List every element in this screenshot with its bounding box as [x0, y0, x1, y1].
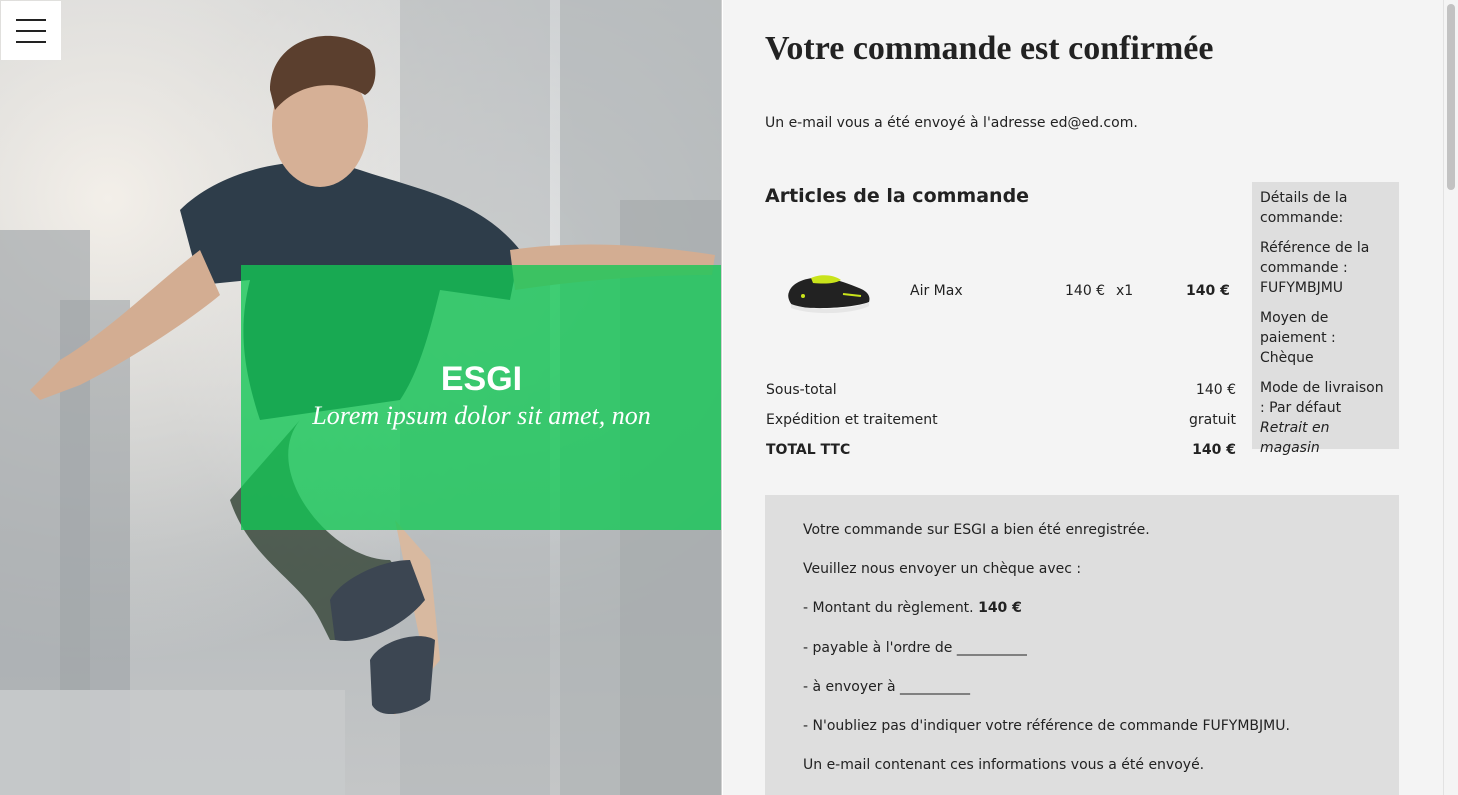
- total-label: TOTAL TTC: [766, 442, 851, 458]
- sneaker-image: [788, 275, 870, 314]
- order-item-row: Air Max 140 € x1 140 €: [765, 250, 1245, 334]
- notice-line: - payable à l'ordre de __________: [803, 639, 1027, 656]
- item-unit-price: 140 €: [1065, 283, 1106, 299]
- hamburger-menu-icon-bar: [16, 29, 46, 32]
- shipping-value: gratuit: [1189, 412, 1236, 428]
- item-line-total: 140 €: [1186, 283, 1230, 299]
- hero-green-panel: ESGI Lorem ipsum dolor sit amet, non: [241, 265, 721, 530]
- shipping-row: Expédition et traitement gratuit: [766, 412, 1236, 442]
- notice-line: - à envoyer à __________: [803, 678, 971, 695]
- email-confirmation-note: Un e-mail vous a été envoyé à l'adresse …: [765, 115, 1138, 131]
- details-heading: Détails de la commande:: [1260, 190, 1348, 226]
- payment-instructions-box: Votre commande sur ESGI a bien été enreg…: [765, 495, 1399, 795]
- details-payment: Moyen de paiement : Chèque: [1260, 310, 1336, 366]
- notice-line-amount: - Montant du règlement. 140 €: [803, 598, 1361, 637]
- hero-subtitle: Lorem ipsum dolor sit amet, non: [312, 401, 651, 430]
- notice-amount-label: - Montant du règlement.: [803, 600, 979, 617]
- subtotal-row: Sous-total 140 €: [766, 382, 1236, 412]
- articles-heading: Articles de la commande: [765, 185, 1030, 207]
- details-delivery: Mode de livraison : Par défaut: [1260, 380, 1384, 416]
- details-reference: Référence de la commande : FUFYMBJMU: [1260, 240, 1370, 296]
- scrollbar-thumb[interactable]: [1447, 4, 1455, 190]
- page-title: Votre commande est confirmée: [765, 30, 1214, 67]
- order-details-box: Détails de la commande: Référence de la …: [1252, 182, 1399, 456]
- hamburger-menu-icon-bar: [16, 18, 46, 21]
- item-name[interactable]: Air Max: [910, 283, 963, 299]
- notice-amount-value: 140 €: [978, 600, 1022, 617]
- order-confirmation-panel: Votre commande est confirmée Un e-mail v…: [723, 0, 1443, 795]
- notice-line: Votre commande sur ESGI a bien été enreg…: [803, 522, 1150, 538]
- details-delivery-note: Retrait en magasin: [1260, 420, 1330, 456]
- subtotal-value: 140 €: [1195, 382, 1236, 398]
- hero-title: ESGI: [440, 360, 523, 398]
- subtotal-label: Sous-total: [766, 382, 837, 398]
- notice-line: Un e-mail contenant ces informations vou…: [803, 757, 1205, 774]
- notice-line: Veuillez nous envoyer un chèque avec :: [803, 561, 1082, 578]
- total-row: TOTAL TTC 140 €: [766, 442, 1236, 472]
- hamburger-menu-icon-bar: [16, 40, 46, 43]
- notice-line: - N'oubliez pas d'indiquer votre référen…: [803, 717, 1290, 734]
- hamburger-menu-button[interactable]: [1, 1, 61, 60]
- shipping-label: Expédition et traitement: [766, 412, 938, 428]
- order-totals: Sous-total 140 € Expédition et traitemen…: [766, 382, 1236, 472]
- item-quantity: x1: [1116, 283, 1134, 299]
- hero-banner: ESGI Lorem ipsum dolor sit amet, non: [0, 0, 722, 795]
- total-value: 140 €: [1192, 442, 1236, 458]
